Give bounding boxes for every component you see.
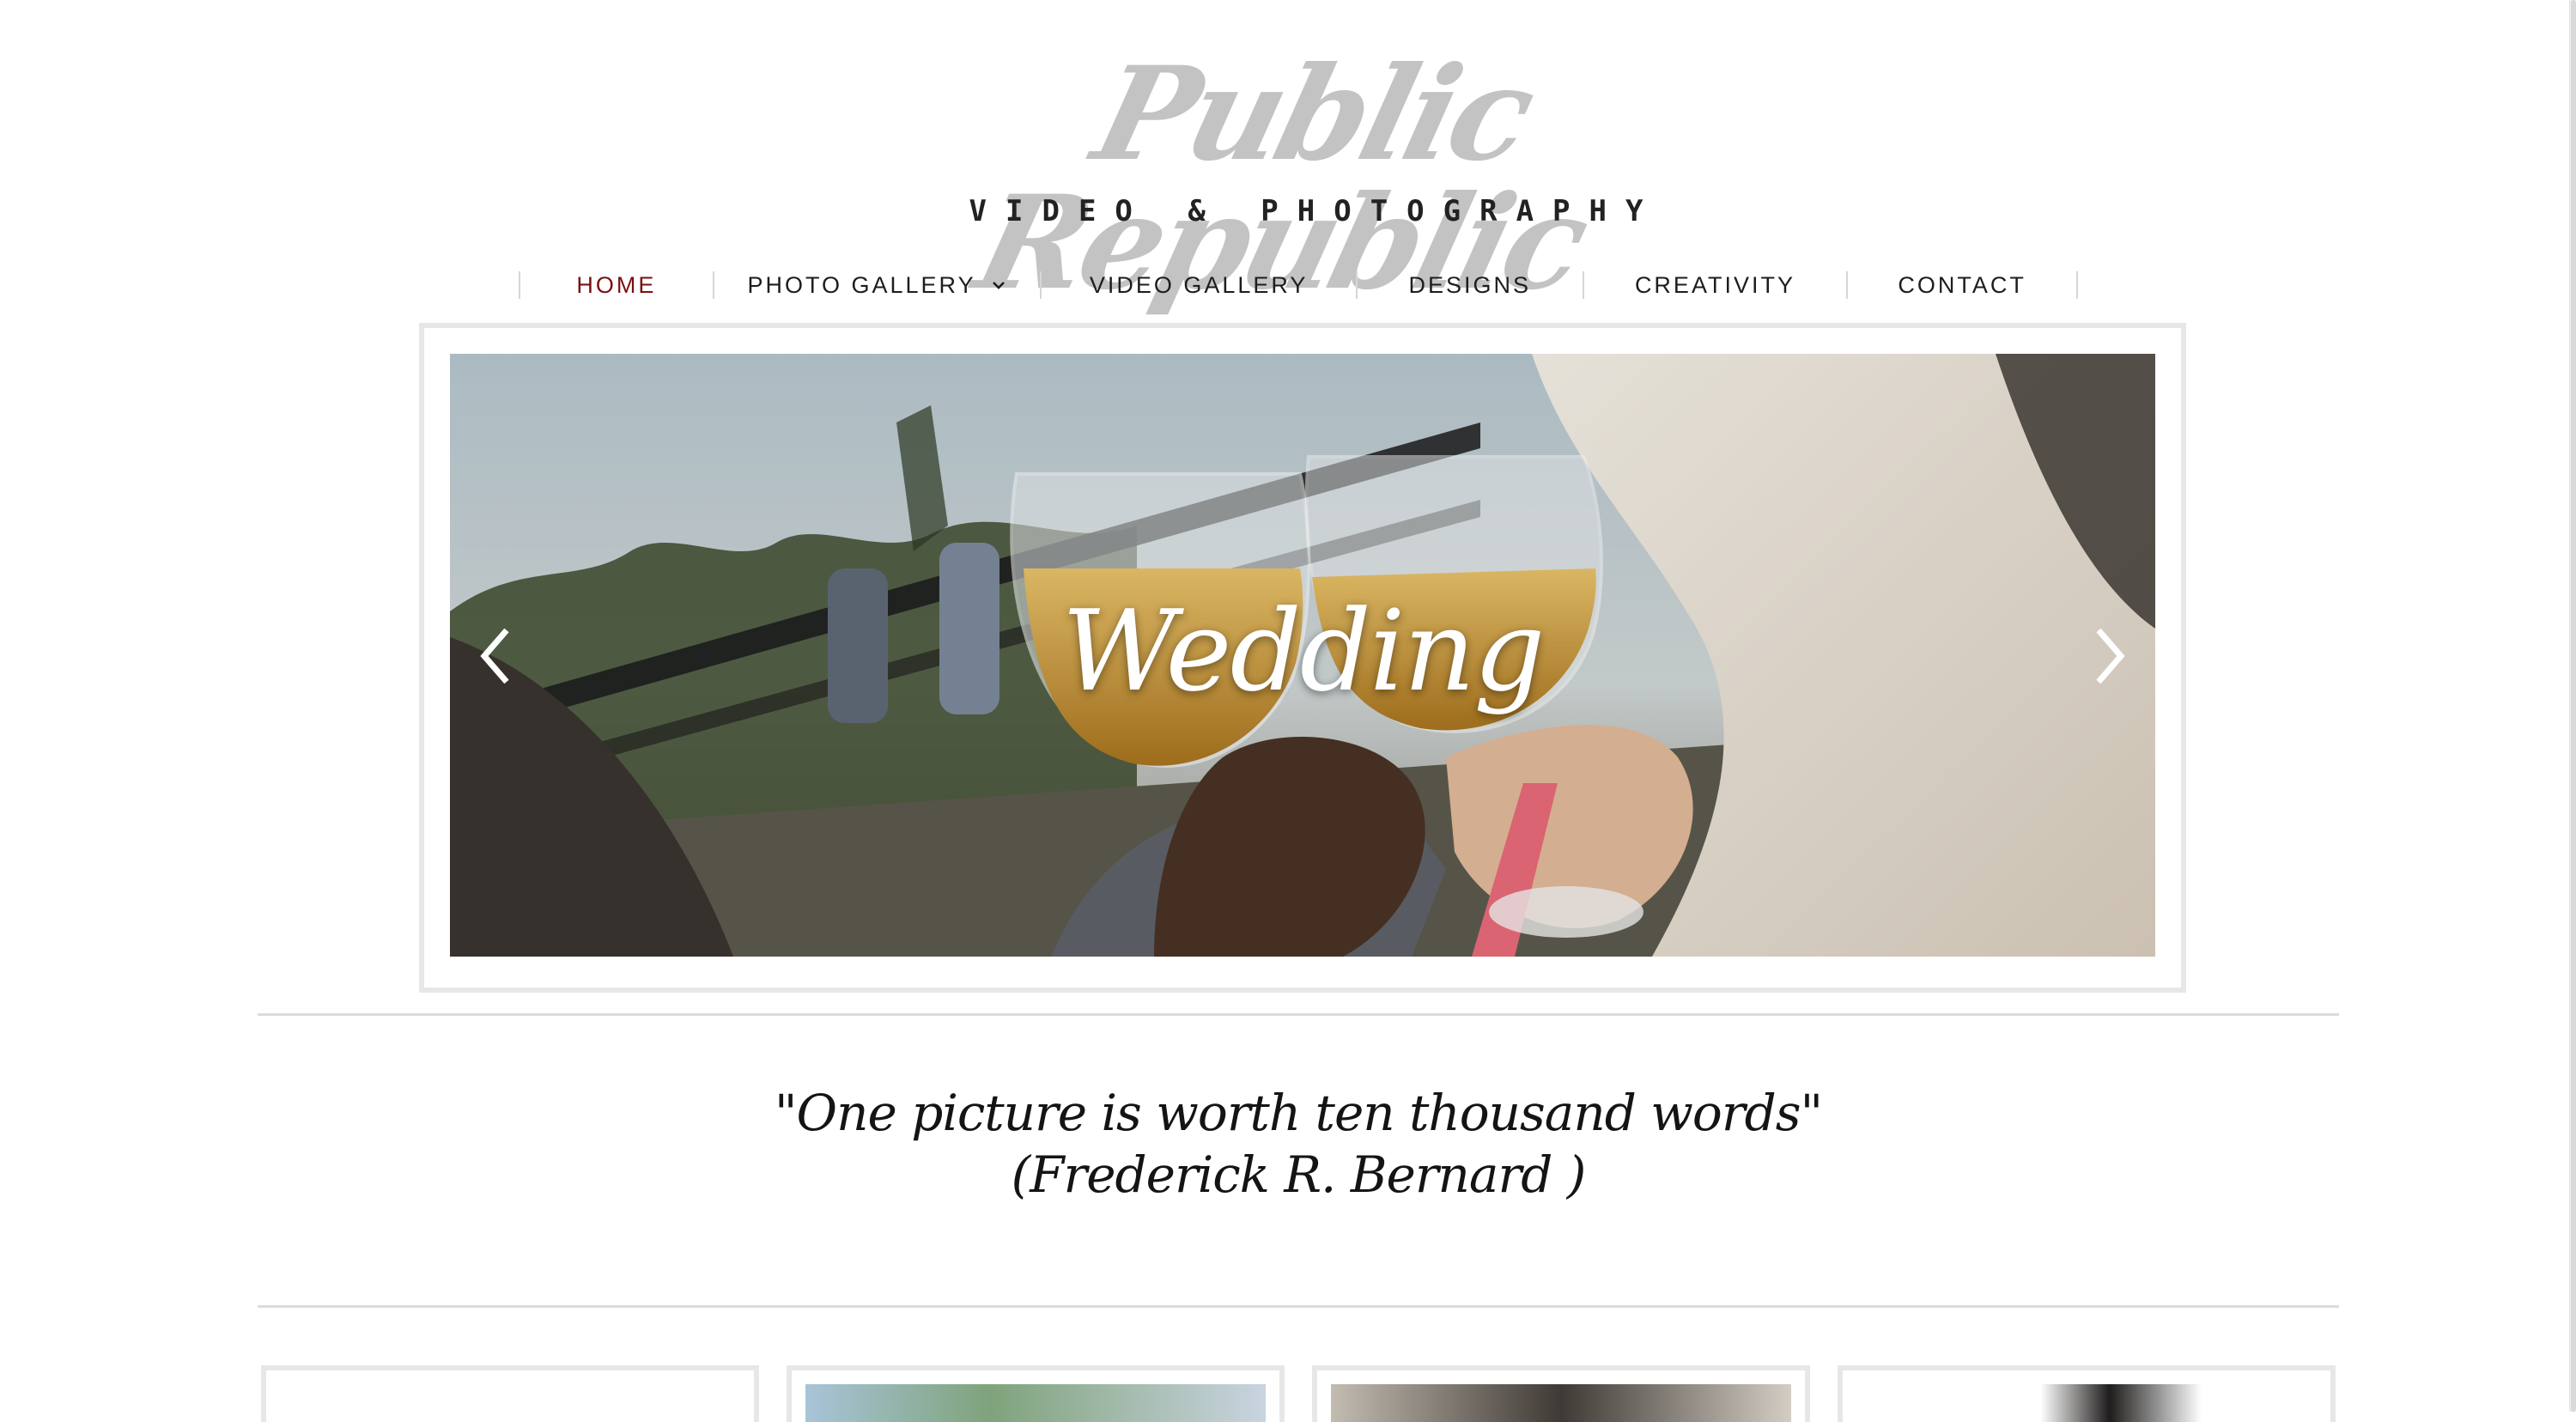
thumb-image <box>280 1384 740 1422</box>
logo-subtitle: VIDEO & PHOTOGRAPHY <box>969 194 1662 228</box>
nav-item-label: PHOTO GALLERY <box>747 271 976 298</box>
slideshow: Wedding <box>419 323 2186 993</box>
slideshow-prev-button[interactable] <box>469 622 520 690</box>
section-divider <box>258 1305 2339 1308</box>
nav-item-label: CONTACT <box>1898 271 2026 298</box>
quote-line-1: "One picture is worth ten thousand words… <box>774 1084 1823 1142</box>
nav-item-designs[interactable]: DESIGNS <box>1358 268 1583 302</box>
chevron-right-icon <box>2096 628 2125 684</box>
nav-item-contact[interactable]: CONTACT <box>1848 268 2076 302</box>
nav-item-photo-gallery[interactable]: PHOTO GALLERY <box>714 268 1041 302</box>
section-divider <box>258 1013 2339 1016</box>
page-scrollbar[interactable] <box>2569 0 2576 1412</box>
thumb-image <box>1331 1384 1791 1422</box>
gallery-thumb-3[interactable] <box>1312 1365 1810 1422</box>
main-nav: HOME PHOTO GALLERY VIDEO GALLERY DESIGNS… <box>519 268 2078 302</box>
slideshow-next-button[interactable] <box>2085 622 2136 690</box>
nav-item-label: CREATIVITY <box>1634 271 1795 298</box>
quote-author: (Frederick R. Bernard ) <box>1011 1146 1587 1204</box>
nav-divider <box>2075 271 2078 299</box>
site-logo[interactable]: Public Republic VIDEO & PHOTOGRAPHY <box>884 39 1709 319</box>
scrollbar-thumb[interactable] <box>2571 0 2576 1412</box>
thumb-image <box>1856 1384 2317 1422</box>
gallery-thumb-1[interactable] <box>261 1365 759 1422</box>
nav-item-home[interactable]: HOME <box>520 268 713 302</box>
slide-wedding[interactable]: Wedding <box>450 354 2155 957</box>
nav-item-label: VIDEO GALLERY <box>1089 271 1309 298</box>
thumb-image <box>805 1384 1266 1422</box>
nav-item-label: HOME <box>576 271 657 298</box>
gallery-thumb-2[interactable] <box>787 1365 1285 1422</box>
chevron-left-icon <box>480 628 509 684</box>
nav-item-creativity[interactable]: CREATIVITY <box>1584 268 1847 302</box>
slide-title: Wedding <box>1061 586 1546 716</box>
chevron-down-icon <box>992 282 1005 289</box>
nav-item-label: DESIGNS <box>1408 271 1532 298</box>
gallery-thumb-4[interactable] <box>1838 1365 2336 1422</box>
nav-item-video-gallery[interactable]: VIDEO GALLERY <box>1042 268 1356 302</box>
